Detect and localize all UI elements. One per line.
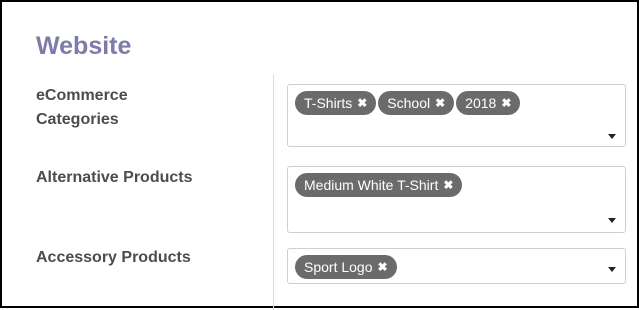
- chevron-down-icon[interactable]: [608, 218, 616, 223]
- chevron-down-icon[interactable]: [608, 267, 616, 272]
- tag-2018: 2018 ✖: [456, 91, 521, 115]
- tag-label: Medium White T-Shirt: [304, 177, 439, 193]
- close-icon[interactable]: ✖: [378, 261, 388, 273]
- close-icon[interactable]: ✖: [501, 97, 511, 109]
- tag-school: School ✖: [378, 91, 455, 115]
- column-divider: [273, 74, 274, 310]
- close-icon[interactable]: ✖: [443, 179, 453, 191]
- tag-label: 2018: [465, 95, 497, 111]
- accessory-products-field[interactable]: Sport Logo ✖: [287, 248, 626, 284]
- section-title: Website: [36, 32, 132, 60]
- tag-label: Sport Logo: [304, 259, 373, 275]
- tag-tshirts: T-Shirts ✖: [295, 91, 377, 115]
- alternative-products-label: Alternative Products: [36, 169, 193, 186]
- accessory-products-label: Accessory Products: [36, 249, 191, 266]
- chevron-down-icon[interactable]: [608, 134, 616, 139]
- ecommerce-categories-field[interactable]: T-Shirts ✖ School ✖ 2018 ✖: [287, 84, 626, 147]
- tag-sport-logo: Sport Logo ✖: [295, 255, 397, 279]
- ecommerce-categories-label: eCommerce Categories: [36, 87, 128, 128]
- website-panel: Website eCommerce Categories T-Shirts ✖ …: [0, 0, 639, 310]
- tag-label: T-Shirts: [304, 95, 353, 111]
- close-icon[interactable]: ✖: [435, 97, 445, 109]
- tag-label: School: [387, 95, 431, 111]
- alternative-products-field[interactable]: Medium White T-Shirt ✖: [287, 166, 626, 233]
- close-icon[interactable]: ✖: [357, 97, 367, 109]
- tag-medium-white-tshirt: Medium White T-Shirt ✖: [295, 173, 463, 197]
